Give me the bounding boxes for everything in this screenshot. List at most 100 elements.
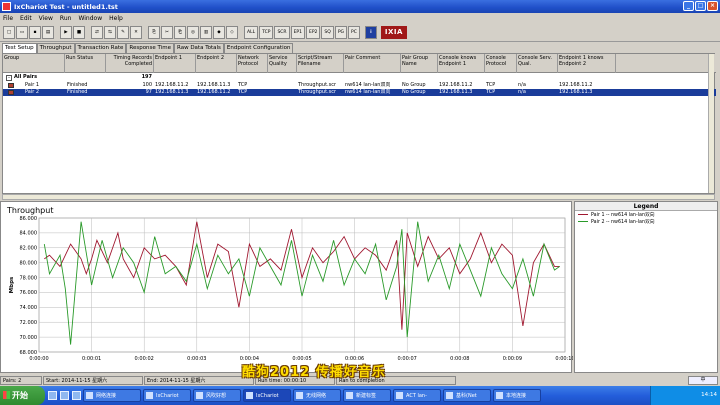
group-label: All Pairs xyxy=(14,74,38,80)
protocol-button-sq[interactable]: SQ xyxy=(321,26,334,39)
table-row[interactable]: Pair 1 Finished 100 192.168.11.2 192.168.11.… xyxy=(3,82,716,89)
protocol-button-pg[interactable]: PG xyxy=(334,26,348,39)
taskbar-task[interactable]: IxChariot xyxy=(243,389,291,402)
col-service-quality[interactable]: Service Quality xyxy=(268,54,297,73)
status-pairs: Pairs: 2 xyxy=(0,376,42,385)
taskbar-task[interactable]: ACT lan- xyxy=(393,389,441,402)
cell-e1ke2: 192.168.11.3 xyxy=(559,89,593,95)
protocol-button-pc[interactable]: PC xyxy=(348,26,360,39)
col-endpoint-2[interactable]: Endpoint 2 xyxy=(196,54,237,73)
delete-icon[interactable]: ✕ xyxy=(130,26,142,39)
maximize-button[interactable]: □ xyxy=(695,1,706,11)
start-button[interactable]: 开始 xyxy=(0,386,45,405)
stop-icon[interactable]: ■ xyxy=(73,26,85,39)
clock[interactable]: 14:14 xyxy=(701,392,717,398)
grid-horizontal-scrollbar[interactable] xyxy=(2,194,715,200)
cell-pgroup: No Group xyxy=(402,89,426,95)
protocol-button-ep1[interactable]: EP1 xyxy=(290,26,305,39)
pair-icon[interactable]: ⇄ xyxy=(91,26,103,39)
menu-run[interactable]: Run xyxy=(60,15,72,22)
legend-label-pair-2: Pair 2 -- nw614 lan-lan双向 xyxy=(591,220,655,225)
pair-icon xyxy=(8,90,14,95)
tb-icon-16[interactable]: ◆ xyxy=(213,26,225,39)
pairs-grid[interactable]: Group Run Status Timing Records Complete… xyxy=(2,53,716,194)
col-console-knows-ep1[interactable]: Console knows Endpoint 1 xyxy=(438,54,485,73)
paste-icon[interactable]: ⎗ xyxy=(174,26,186,39)
save-icon[interactable]: ▪ xyxy=(29,26,41,39)
print-icon[interactable]: ▤ xyxy=(42,26,54,39)
tab-response-time[interactable]: Response Time xyxy=(126,43,174,53)
graph-icon[interactable]: ▥ xyxy=(200,26,212,39)
legend-item-pair-2: Pair 2 -- nw614 lan-lan双向 xyxy=(575,218,717,225)
close-button[interactable]: × xyxy=(707,1,718,11)
col-endpoint-1[interactable]: Endpoint 1 xyxy=(154,54,196,73)
minimize-button[interactable]: _ xyxy=(683,1,694,11)
protocol-button-scr[interactable]: SCR xyxy=(274,26,290,39)
col-console-protocol[interactable]: Console Protocol xyxy=(485,54,517,73)
col-pair-comment[interactable]: Pair Comment xyxy=(344,54,401,73)
tab-endpoint-configuration[interactable]: Endpoint Configuration xyxy=(223,43,294,53)
run-icon[interactable]: ▶ xyxy=(60,26,72,39)
col-script-filename[interactable]: Script/Stream Filename xyxy=(297,54,344,73)
pair-add-icon[interactable]: ⇆ xyxy=(104,26,116,39)
mcast-icon[interactable]: ◎ xyxy=(187,26,199,39)
cell-ep1: 192.168.11.2 xyxy=(155,82,189,88)
col-console-serv-qual[interactable]: Console Serv. Qual. xyxy=(517,54,558,73)
tab-transaction-rate[interactable]: Transaction Rate xyxy=(74,43,127,53)
menu-help[interactable]: Help xyxy=(109,15,123,22)
edit-icon[interactable]: ✎ xyxy=(117,26,129,39)
y-tick-label: 70.000 xyxy=(20,335,38,341)
table-row[interactable]: Pair 2 Finished 97 192.168.11.3 192.168.11.2… xyxy=(3,89,716,96)
col-group[interactable]: Group xyxy=(3,54,65,73)
cell-status: Finished xyxy=(67,89,88,95)
window-titlebar[interactable]: IxChariot Test - untitled1.tst _ □ × xyxy=(0,0,720,13)
menu-window[interactable]: Window xyxy=(78,15,102,22)
col-run-status[interactable]: Run Status xyxy=(65,54,106,73)
tab-test-setup[interactable]: Test Setup xyxy=(2,43,37,53)
new-icon[interactable]: □ xyxy=(3,26,15,39)
collapse-icon[interactable]: - xyxy=(6,74,12,81)
y-tick-label: 76.000 xyxy=(20,290,38,296)
taskbar-task[interactable]: 网络连接 xyxy=(83,389,141,402)
taskbar-task[interactable]: IxChariot xyxy=(143,389,191,402)
tab-raw-data-totals[interactable]: Raw Data Totals xyxy=(174,43,224,53)
protocol-button-all[interactable]: ALL xyxy=(244,26,259,39)
quicklaunch-desktop-icon[interactable] xyxy=(48,391,57,400)
group-row-all-pairs[interactable]: - All Pairs 197 xyxy=(3,74,716,81)
copy-icon[interactable]: ⎘ xyxy=(148,26,160,39)
legend-swatch-pair-1 xyxy=(578,214,588,215)
cell-cproto: TCP xyxy=(486,89,496,95)
cell-comment: nw614 lan-lan双向 xyxy=(345,89,391,95)
y-tick-label: 72.000 xyxy=(20,320,38,326)
taskbar-task[interactable]: 本地连接 xyxy=(493,389,541,402)
open-icon[interactable]: ▭ xyxy=(16,26,28,39)
taskbar-task[interactable]: 新建标签 xyxy=(343,389,391,402)
col-network-protocol[interactable]: Network Protocol xyxy=(237,54,268,73)
grid-vertical-scrollbar[interactable] xyxy=(708,54,714,193)
info-icon[interactable]: i xyxy=(364,26,377,39)
menu-edit[interactable]: Edit xyxy=(20,15,32,22)
tb-icon-17[interactable]: ◇ xyxy=(226,26,238,39)
protocol-button-ep2[interactable]: EP2 xyxy=(306,26,321,39)
col-pair-group-name[interactable]: Pair Group Name xyxy=(401,54,438,73)
col-ep1-knows-ep2[interactable]: Endpoint 1 knows Endpoint 2 xyxy=(558,54,616,73)
quicklaunch-media-icon[interactable] xyxy=(72,391,81,400)
taskbar-task[interactable]: 风吹好想 xyxy=(193,389,241,402)
status-end: End: 2014-11-15 星期六 xyxy=(144,376,254,385)
taskbar-task[interactable]: 基科(Net xyxy=(443,389,491,402)
cell-script: Throughput.scr xyxy=(298,82,337,88)
ime-indicator[interactable]: 中 xyxy=(688,376,718,385)
legend-title: Legend xyxy=(575,202,717,211)
cut-icon[interactable]: ✂ xyxy=(161,26,173,39)
cell-csq: n/a xyxy=(518,89,526,95)
taskbar: 开始 网络连接 IxChariot 风吹好想 IxChariot 无线网络 新建标签 ACT… xyxy=(0,386,720,405)
cell-comment: nw614 lan-lan双向 xyxy=(345,82,391,88)
menu-file[interactable]: File xyxy=(3,15,13,22)
tab-throughput[interactable]: Throughput xyxy=(36,43,75,53)
col-timing-records[interactable]: Timing Records Completed xyxy=(106,54,154,73)
protocol-button-tcp[interactable]: TCP xyxy=(259,26,274,39)
quicklaunch-browser-icon[interactable] xyxy=(60,391,69,400)
taskbar-task[interactable]: 无线网络 xyxy=(293,389,341,402)
menu-view[interactable]: View xyxy=(39,15,53,22)
app-icon xyxy=(2,2,11,11)
